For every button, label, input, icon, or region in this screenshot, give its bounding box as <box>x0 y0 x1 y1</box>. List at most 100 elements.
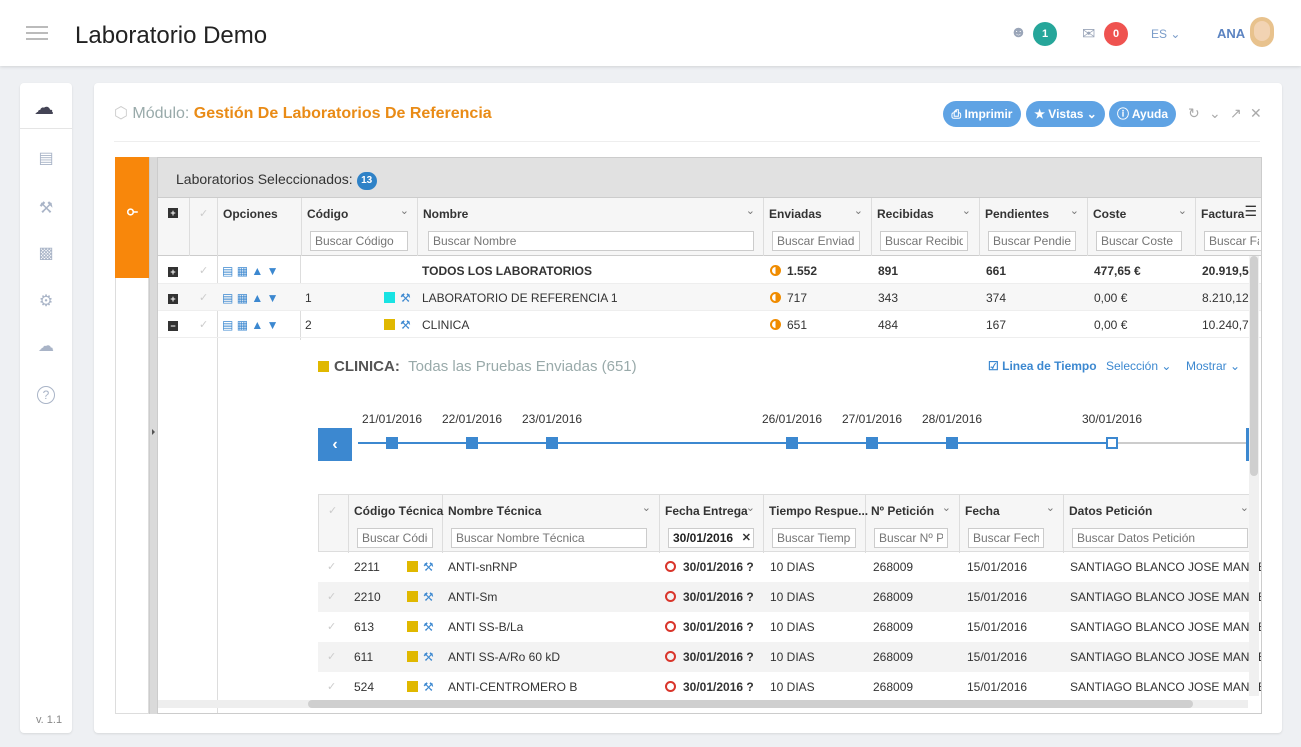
sidebar-item-help-icon[interactable]: ? <box>37 386 55 404</box>
close-icon[interactable]: ✕ <box>1250 105 1262 122</box>
language-selector[interactable]: ES ⌄ <box>1151 27 1180 41</box>
wrench-icon[interactable]: ⚒ <box>400 318 411 332</box>
chevron-down-icon[interactable]: ⌄ <box>642 501 651 514</box>
vertical-scroll-thumb[interactable] <box>1250 256 1258 476</box>
search-cost-input[interactable] <box>1096 231 1182 251</box>
timeline-point[interactable] <box>386 437 398 449</box>
timeline-point[interactable] <box>786 437 798 449</box>
col-pending[interactable]: Pendientes ⌄ <box>980 198 1088 256</box>
menu-icon[interactable] <box>26 26 48 40</box>
timeline-point[interactable] <box>866 437 878 449</box>
table-row[interactable]: + ✓ ▤ ▦ ▲ ▼ TODOS LOS LABORATORIOS 1.552… <box>158 257 1261 284</box>
upload-icon[interactable]: ▲ <box>251 291 263 305</box>
col-name[interactable]: Nombre ⌄ <box>418 198 764 256</box>
col-invoice[interactable]: Factura ☰ <box>1196 198 1261 256</box>
document-icon[interactable]: ▤ <box>222 264 233 278</box>
splitter-handle[interactable] <box>149 157 157 714</box>
download-icon[interactable]: ▼ <box>267 264 279 278</box>
table-row[interactable]: ✓ 2210 ⚒ ANTI-Sm 30/01/2016 ? 10 DIAS 26… <box>318 582 1261 612</box>
col-sent[interactable]: Enviadas ⌄ <box>764 198 872 256</box>
upload-icon[interactable]: ▲ <box>251 264 263 278</box>
collapse-icon[interactable]: − <box>168 321 178 331</box>
chevron-down-icon[interactable]: ⌄ <box>1240 501 1249 514</box>
sidebar-item-news-icon[interactable]: ▤ <box>36 148 56 168</box>
check-icon[interactable]: ✓ <box>199 291 208 304</box>
columns-menu-icon[interactable]: ☰ <box>1244 203 1257 220</box>
search-sent-input[interactable] <box>772 231 860 251</box>
table-row[interactable]: ✓ 524 ⚒ ANTI-CENTROMERO B 30/01/2016 ? 1… <box>318 672 1261 702</box>
check-icon[interactable]: ✓ <box>199 264 208 277</box>
col-code[interactable]: Código ⌄ <box>302 198 418 256</box>
wrench-icon[interactable]: ⚒ <box>400 291 411 305</box>
search-date-input[interactable] <box>968 528 1044 548</box>
sidebar-item-wrench-icon[interactable]: ⚒ <box>36 198 56 218</box>
check-all-cell[interactable]: ✓ <box>319 495 349 553</box>
download-icon[interactable]: ▼ <box>267 291 279 305</box>
show-dropdown[interactable]: Mostrar ⌄ <box>1186 359 1240 373</box>
check-icon[interactable]: ✓ <box>327 650 336 663</box>
table-icon[interactable]: ▦ <box>237 291 248 305</box>
refresh-icon[interactable]: ↻ <box>1188 105 1200 122</box>
col-request-no[interactable]: Nº Petición ⌄ <box>866 495 960 553</box>
check-icon[interactable]: ✓ <box>199 318 208 331</box>
check-icon[interactable]: ✓ <box>328 504 337 517</box>
chevron-down-icon[interactable]: ⌄ <box>1070 204 1079 217</box>
wrench-icon[interactable]: ⚒ <box>423 590 434 604</box>
document-icon[interactable]: ▤ <box>222 318 233 332</box>
table-row[interactable]: − ✓ ▤ ▦ ▲ ▼ 2 ⚒ CLINICA 651 484 167 0,00… <box>158 311 1261 338</box>
check-icon[interactable]: ✓ <box>199 207 208 220</box>
expand-icon[interactable]: + <box>168 294 178 304</box>
help-button[interactable]: ⓘ Ayuda <box>1109 101 1176 127</box>
views-button[interactable]: ★ Vistas ⌄ <box>1026 101 1105 127</box>
chevron-down-icon[interactable]: ⌄ <box>746 204 755 217</box>
timeline-toggle[interactable]: ☑ Linea de Tiempo <box>988 359 1097 373</box>
timeline-point-selected[interactable] <box>1106 437 1118 449</box>
sidebar-item-cloud-icon[interactable]: ☁ <box>36 336 56 356</box>
wrench-icon[interactable]: ⚒ <box>423 680 434 694</box>
search-tab[interactable]: ⚲ Buscar <box>115 157 200 278</box>
table-icon[interactable]: ▦ <box>237 264 248 278</box>
search-received-input[interactable] <box>880 231 968 251</box>
download-icon[interactable]: ▼ <box>267 318 279 332</box>
search-invoice-input[interactable] <box>1204 231 1261 251</box>
print-button[interactable]: ⎙ Imprimir <box>943 101 1021 127</box>
users-badge[interactable]: 1 <box>1033 22 1057 46</box>
chevron-down-icon[interactable]: ⌄ <box>400 204 409 217</box>
col-tech-code[interactable]: Código Técnica <box>349 495 443 553</box>
col-received[interactable]: Recibidas ⌄ <box>872 198 980 256</box>
chevron-down-icon[interactable]: ⌄ <box>962 204 971 217</box>
check-all-cell[interactable]: ✓ <box>190 198 218 256</box>
sidebar-item-gear-icon[interactable]: ⚙ <box>36 291 56 311</box>
horizontal-scroll-thumb[interactable] <box>308 700 1193 708</box>
table-row[interactable]: ✓ 613 ⚒ ANTI SS-B/La 30/01/2016 ? 10 DIA… <box>318 612 1261 642</box>
expand-all-cell[interactable]: + <box>158 198 190 256</box>
users-icon[interactable]: ☻ <box>1010 24 1028 42</box>
search-code-input[interactable] <box>310 231 408 251</box>
table-row[interactable]: ✓ 611 ⚒ ANTI SS-A/Ro 60 kD 30/01/2016 ? … <box>318 642 1261 672</box>
mail-badge[interactable]: 0 <box>1104 22 1128 46</box>
search-pending-input[interactable] <box>988 231 1076 251</box>
collapse-icon[interactable]: ⌄ <box>1209 105 1221 122</box>
chevron-down-icon[interactable]: ⌄ <box>942 501 951 514</box>
timeline-point[interactable] <box>946 437 958 449</box>
sidebar-item-chart-icon[interactable]: ▩ <box>36 243 56 263</box>
selection-dropdown[interactable]: Selección ⌄ <box>1106 359 1171 373</box>
timeline-point[interactable] <box>466 437 478 449</box>
chevron-down-icon[interactable]: ⌄ <box>746 501 755 514</box>
col-delivery-date[interactable]: Fecha Entrega⌄ ✕ <box>660 495 764 553</box>
mail-icon[interactable]: ✉ <box>1082 24 1100 43</box>
check-icon[interactable]: ✓ <box>327 680 336 693</box>
timeline-prev-button[interactable]: ‹ <box>318 428 352 461</box>
timeline-point[interactable] <box>546 437 558 449</box>
document-icon[interactable]: ▤ <box>222 291 233 305</box>
wrench-icon[interactable]: ⚒ <box>423 620 434 634</box>
sidebar-logo[interactable]: ☁ <box>20 83 72 129</box>
expand-icon[interactable]: + <box>168 267 178 277</box>
col-tech-name[interactable]: Nombre Técnica ⌄ <box>443 495 660 553</box>
table-icon[interactable]: ▦ <box>237 318 248 332</box>
search-time-input[interactable] <box>772 528 856 548</box>
avatar[interactable] <box>1250 17 1274 47</box>
col-request-data[interactable]: Datos Petición ⌄ <box>1064 495 1257 553</box>
table-row[interactable]: ✓ 2211 ⚒ ANTI-snRNP 30/01/2016 ? 10 DIAS… <box>318 552 1261 582</box>
chevron-down-icon[interactable]: ⌄ <box>1178 204 1187 217</box>
